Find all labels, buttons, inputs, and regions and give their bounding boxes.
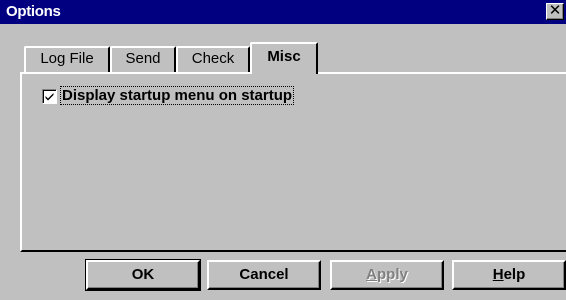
help-accelerator: H [492,266,504,283]
tab-label: Send [125,50,161,67]
misc-tab-panel: Display startup menu on startup [20,72,566,252]
display-startup-menu-checkbox[interactable] [42,89,57,104]
tab-check[interactable]: Check [176,46,250,72]
checkmark-icon [45,93,54,101]
close-button[interactable]: ✕ [546,3,564,20]
ok-button-label: OK [131,266,155,283]
options-dialog: Options ✕ Log File Send Check Misc Displ… [0,0,566,300]
apply-accelerator: A [366,266,377,283]
display-startup-menu-label: Display startup menu on startup [59,86,295,105]
tab-log-file[interactable]: Log File [24,46,110,72]
tab-misc[interactable]: Misc [250,42,318,74]
help-button-label: elp [503,266,526,283]
apply-button[interactable]: Apply [330,260,444,290]
window-title: Options [6,3,61,20]
tab-label: Check [191,50,235,67]
title-bar[interactable]: Options ✕ [0,0,566,24]
tab-label: Log File [40,50,94,67]
apply-button-label: pply [377,266,408,283]
help-button[interactable]: Help [452,260,566,290]
ok-button[interactable]: OK [85,259,201,291]
cancel-button-label: Cancel [239,266,289,283]
tab-send[interactable]: Send [110,46,176,72]
tab-label: Misc [267,48,301,65]
close-icon: ✕ [548,3,562,19]
cancel-button[interactable]: Cancel [207,260,321,290]
